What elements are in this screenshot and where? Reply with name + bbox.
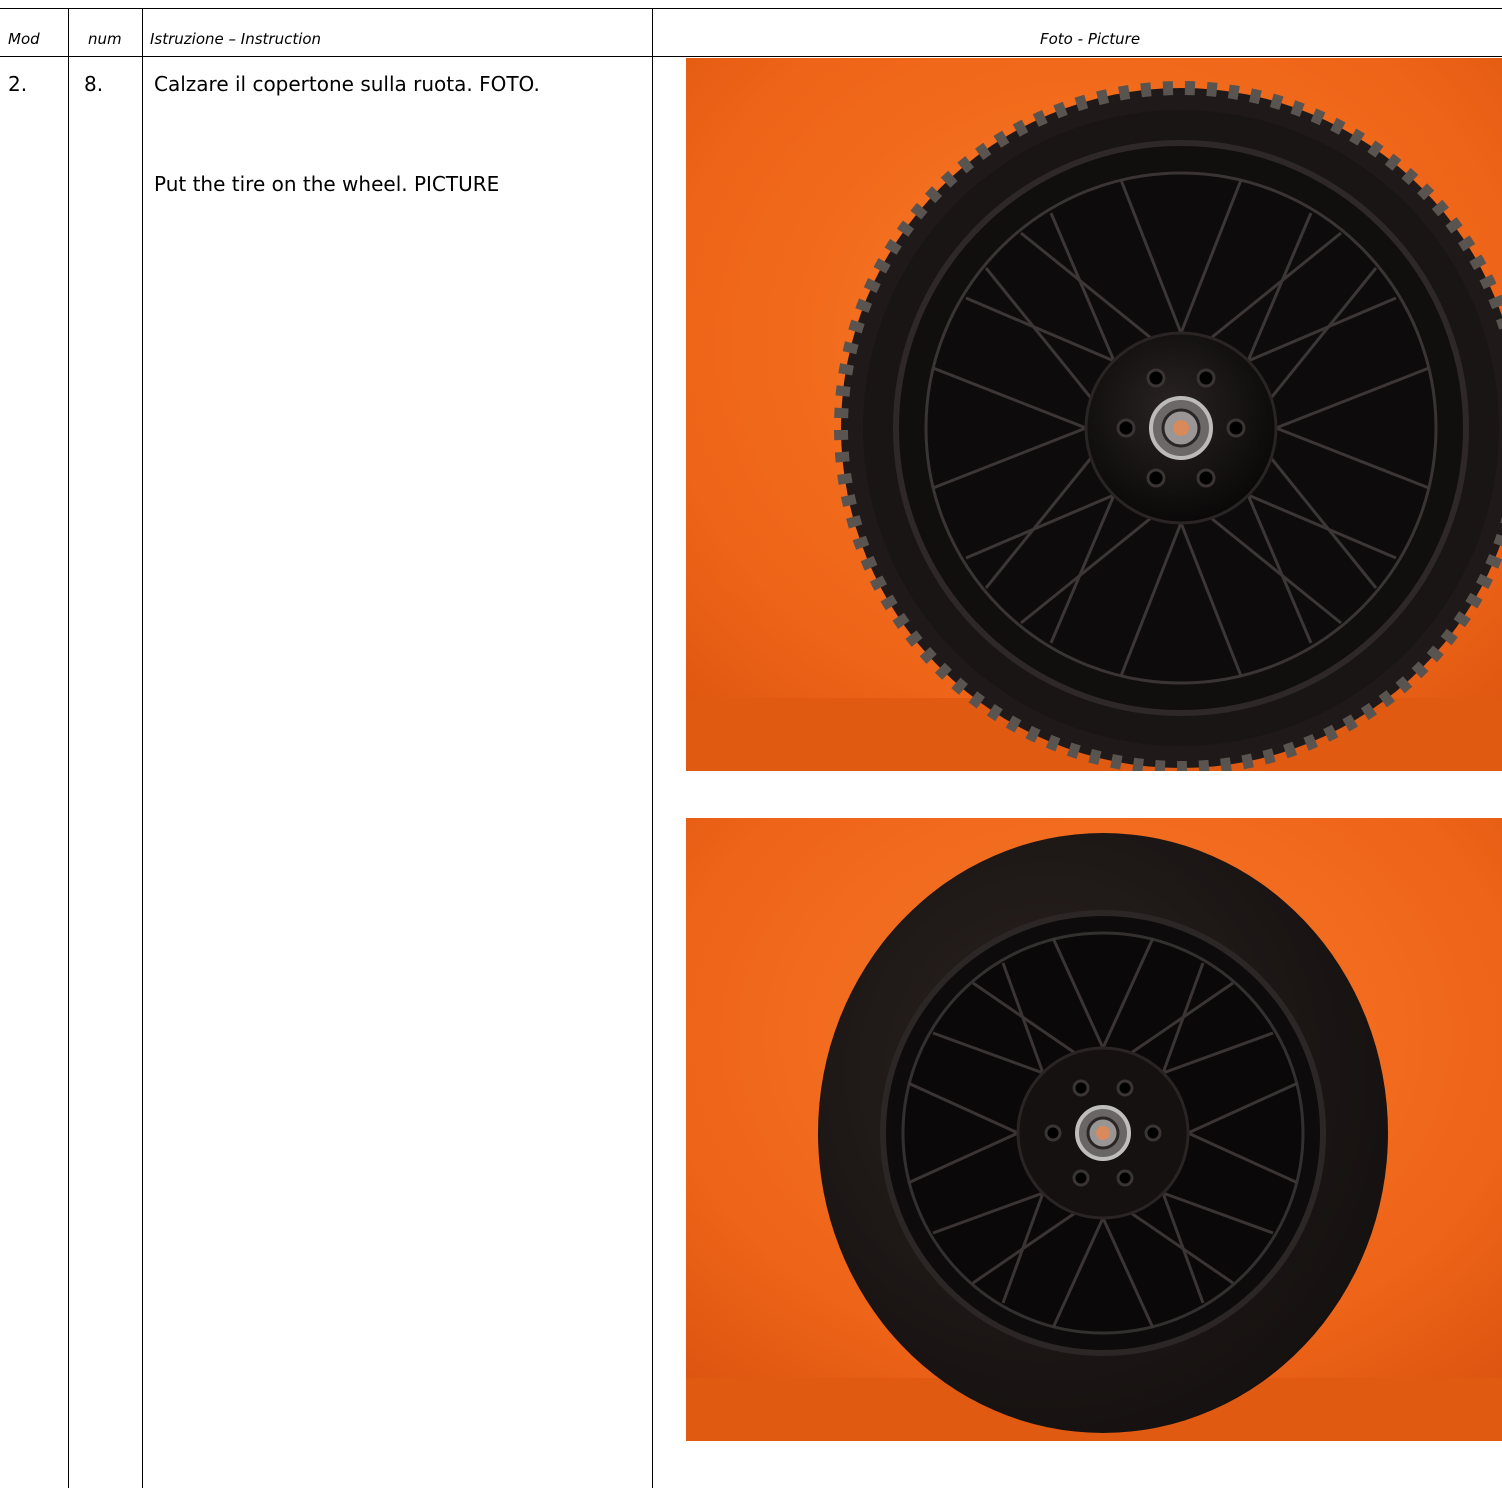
header-num: num [88, 30, 122, 48]
row-mod: 2. [8, 72, 28, 96]
column-divider-instruction [652, 8, 653, 1488]
header-instruction: Istruzione – Instruction [150, 30, 322, 48]
column-divider-num [142, 8, 143, 1488]
column-divider-mod [68, 8, 69, 1488]
row-num: 8. [84, 72, 104, 96]
header-picture: Foto - Picture [1040, 30, 1141, 48]
header-mod: Mod [8, 30, 40, 48]
wheel-photo-knobby-tire [686, 58, 1502, 771]
row-instruction-it: Calzare il copertone sulla ruota. FOTO. [154, 72, 540, 96]
header-bottom-border [0, 56, 1502, 57]
table-top-border [0, 8, 1502, 9]
row-instruction-en: Put the tire on the wheel. PICTURE [154, 172, 500, 196]
wheel-photo-smooth-tire [686, 818, 1502, 1441]
